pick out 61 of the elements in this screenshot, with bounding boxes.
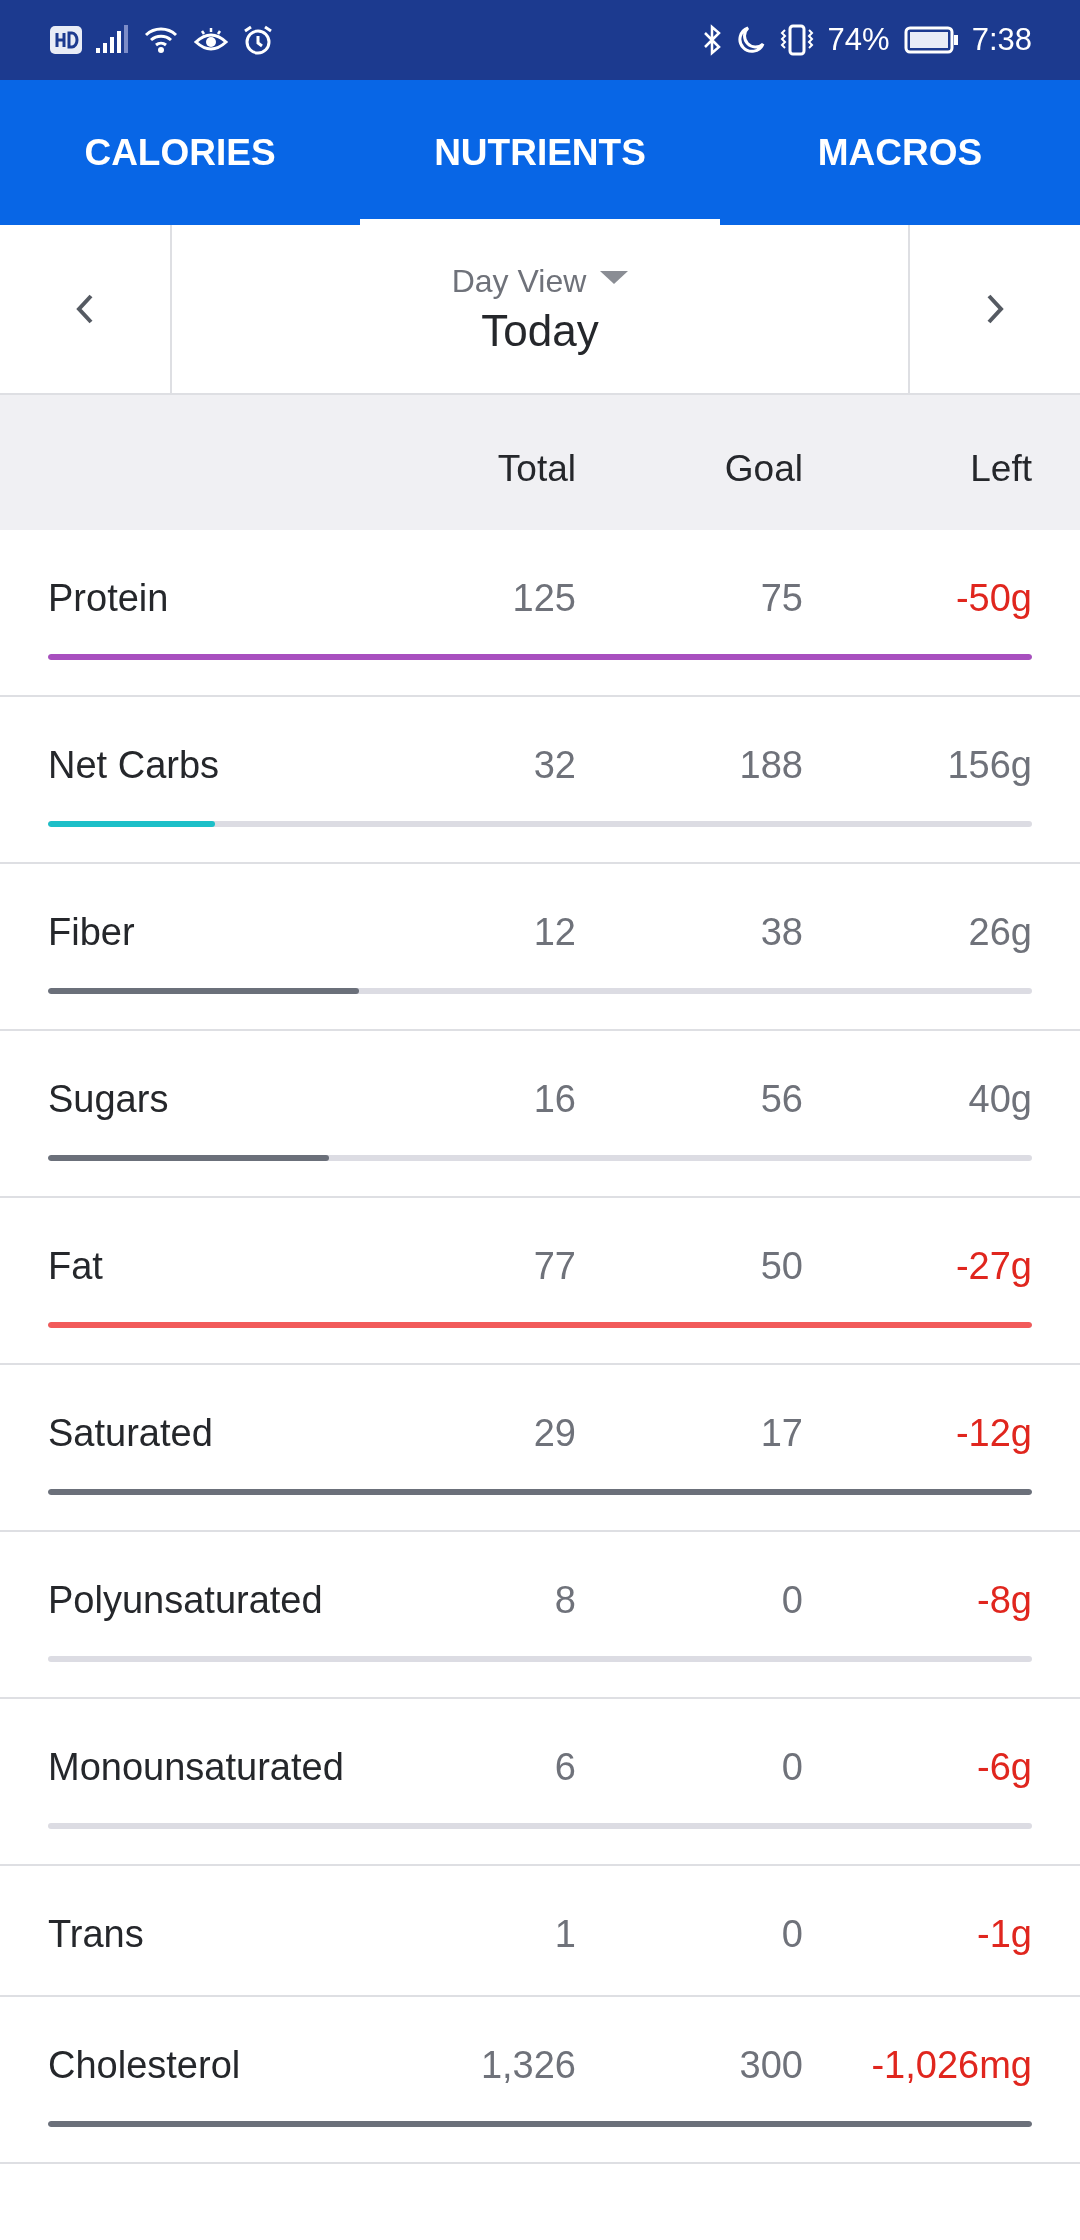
left-value: -50g bbox=[954, 576, 1032, 620]
signal-icon bbox=[96, 25, 130, 55]
goal-value: 188 bbox=[738, 743, 803, 787]
caret-icon bbox=[600, 269, 629, 285]
total-value: 8 bbox=[553, 1578, 576, 1622]
nutrient-name: Monounsaturated bbox=[48, 1745, 345, 1789]
hd-icon bbox=[50, 25, 82, 55]
left-value: 40g bbox=[967, 1077, 1032, 1121]
left-value: -27g bbox=[954, 1244, 1032, 1288]
previous-day-button[interactable] bbox=[0, 225, 170, 393]
left-value: 156g bbox=[946, 743, 1032, 787]
moon-icon bbox=[735, 25, 766, 55]
wifi-icon bbox=[144, 25, 180, 55]
goal-value: 38 bbox=[759, 910, 803, 954]
column-header: Total bbox=[496, 447, 576, 490]
nutrient-name: Fiber bbox=[48, 910, 136, 954]
left-value: -12g bbox=[954, 1411, 1032, 1455]
column-header: Goal bbox=[723, 447, 803, 490]
vibrate-icon bbox=[779, 24, 814, 56]
nutrient-name: Saturated bbox=[48, 1411, 214, 1455]
goal-value: 300 bbox=[738, 2043, 803, 2087]
battery-percent: 74% bbox=[827, 22, 890, 58]
total-value: 29 bbox=[532, 1411, 576, 1455]
tab[interactable]: NUTRIENTS bbox=[360, 80, 720, 225]
left-value: -6g bbox=[976, 1745, 1032, 1789]
goal-value: 50 bbox=[759, 1244, 803, 1288]
nutrient-name: Protein bbox=[48, 576, 170, 620]
next-day-button[interactable] bbox=[910, 225, 1080, 393]
nutrient-name: Net Carbs bbox=[48, 743, 221, 787]
goal-value: 0 bbox=[780, 1578, 803, 1622]
goal-value: 0 bbox=[780, 1912, 803, 1956]
battery-icon bbox=[903, 26, 958, 54]
alarm-icon bbox=[242, 25, 274, 55]
nutrient-name: Polyunsaturated bbox=[48, 1578, 324, 1622]
goal-value: 56 bbox=[759, 1077, 803, 1121]
goal-value: 0 bbox=[780, 1745, 803, 1789]
clock: 7:38 bbox=[971, 22, 1032, 58]
nutrient-name: Trans bbox=[48, 1912, 145, 1956]
tab[interactable]: CALORIES bbox=[0, 80, 360, 225]
goal-value: 75 bbox=[759, 576, 803, 620]
total-value: 32 bbox=[532, 743, 576, 787]
total-value: 6 bbox=[553, 1745, 576, 1789]
left-value: -1,026mg bbox=[870, 2043, 1032, 2087]
left-value: 26g bbox=[967, 910, 1032, 954]
total-value: 1,326 bbox=[479, 2043, 576, 2087]
tab[interactable]: MACROS bbox=[720, 80, 1080, 225]
total-value: 1 bbox=[553, 1912, 576, 1956]
total-value: 125 bbox=[511, 576, 576, 620]
column-header: Left bbox=[969, 447, 1032, 490]
total-value: 77 bbox=[532, 1244, 576, 1288]
total-value: 12 bbox=[532, 910, 576, 954]
nutrient-name: Sugars bbox=[48, 1077, 170, 1121]
goal-value: 17 bbox=[759, 1411, 803, 1455]
left-value: -1g bbox=[976, 1912, 1032, 1956]
date-label: Today bbox=[481, 305, 599, 356]
nutrient-name: Cholesterol bbox=[48, 2043, 242, 2087]
total-value: 16 bbox=[532, 1077, 576, 1121]
left-value: -8g bbox=[976, 1578, 1032, 1622]
bluetooth-icon bbox=[701, 24, 722, 56]
day-view-dropdown[interactable]: Day View bbox=[451, 262, 629, 300]
nutrient-name: Fat bbox=[48, 1244, 104, 1288]
